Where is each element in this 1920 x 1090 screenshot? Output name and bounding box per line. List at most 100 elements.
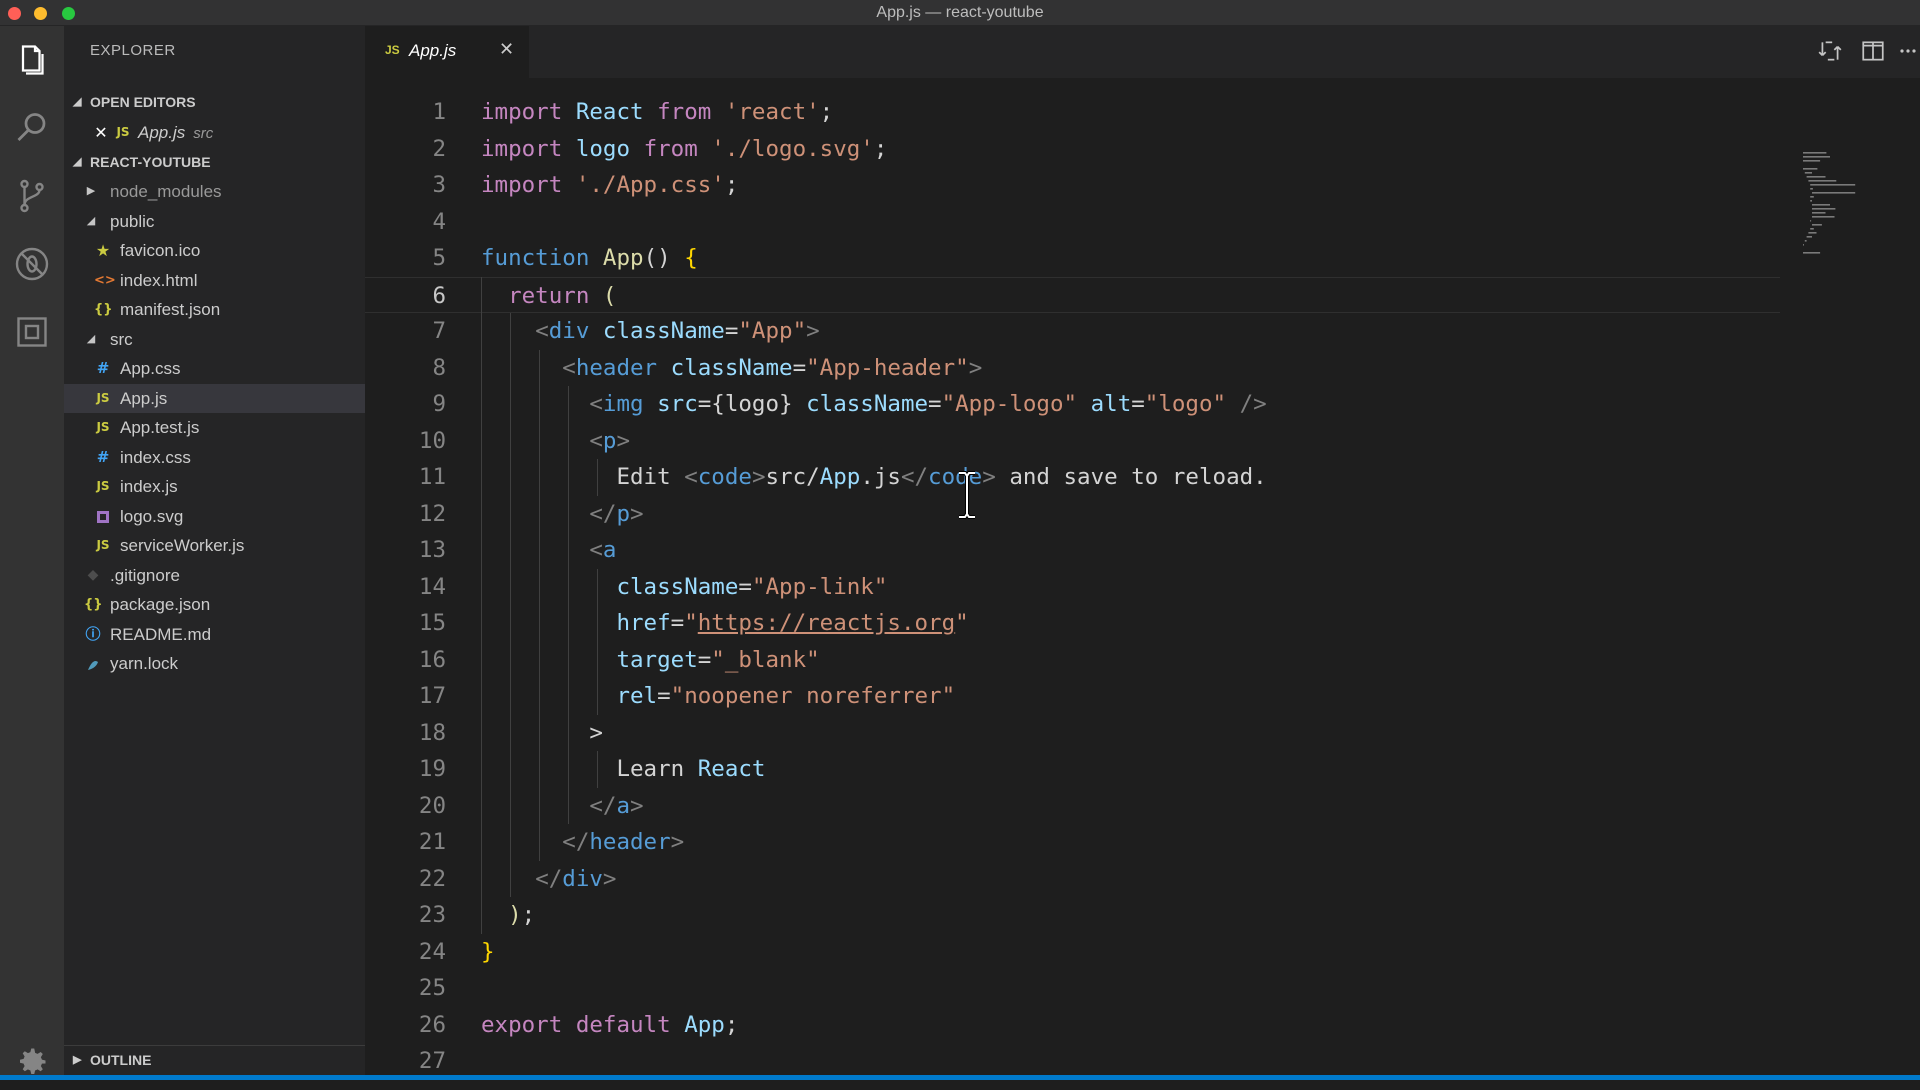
tree-item-app-test-js[interactable]: JS App.test.js bbox=[64, 413, 365, 442]
line-number: 10 bbox=[418, 427, 446, 454]
open-editor-item[interactable]: ✕ JS App.js src bbox=[64, 118, 365, 147]
minimap-line bbox=[1803, 160, 1821, 162]
code-line[interactable]: 16 target="_blank" bbox=[365, 642, 1780, 679]
code-text: import React from 'react'; bbox=[481, 99, 834, 125]
minimap-line bbox=[1808, 232, 1817, 234]
code-line[interactable]: 24} bbox=[365, 934, 1780, 971]
minimap-line bbox=[1803, 168, 1818, 170]
section-label: OUTLINE bbox=[90, 1052, 152, 1068]
close-icon[interactable]: ✕ bbox=[499, 39, 514, 60]
tree-item-gitignore[interactable]: ◆ .gitignore bbox=[64, 561, 365, 590]
outline-section[interactable]: ▶ OUTLINE bbox=[64, 1045, 365, 1075]
line-number: 15 bbox=[418, 610, 446, 636]
line-number: 13 bbox=[418, 537, 446, 563]
section-label: REACT-YOUTUBE bbox=[90, 154, 211, 170]
source-control-icon[interactable] bbox=[0, 168, 64, 224]
code-line[interactable]: 20 </a> bbox=[365, 788, 1780, 825]
code-line[interactable]: 11 Edit <code>src/App.js</code> and save… bbox=[365, 459, 1780, 496]
code-line[interactable]: 23 ); bbox=[365, 897, 1780, 934]
minimap-line bbox=[1810, 228, 1814, 230]
code-line[interactable]: 15 href="https://reactjs.org" bbox=[365, 605, 1780, 642]
tree-item-node-modules[interactable]: ▶ node_modules bbox=[64, 177, 365, 206]
gear-icon[interactable] bbox=[0, 1034, 64, 1090]
open-editors-section[interactable]: ◢ OPEN EDITORS bbox=[64, 88, 365, 116]
activity-bar bbox=[0, 26, 64, 1075]
code-line[interactable]: 17 rel="noopener noreferrer" bbox=[365, 678, 1780, 715]
code-text: <a bbox=[589, 537, 617, 563]
tree-item-serviceworker-js[interactable]: JS serviceWorker.js bbox=[64, 531, 365, 560]
tree-item-index-js[interactable]: JS index.js bbox=[64, 472, 365, 501]
code-text: export default App; bbox=[481, 1011, 739, 1038]
open-editor-label: App.js src bbox=[138, 118, 213, 148]
text-cursor-icon bbox=[959, 471, 975, 519]
extensions-icon[interactable] bbox=[0, 304, 64, 360]
code-line[interactable]: 2 import logo from './logo.svg'; bbox=[365, 131, 1780, 168]
tree-item-readme[interactable]: ⓘ README.md bbox=[64, 620, 365, 649]
indent-guide bbox=[539, 349, 541, 861]
tree-item-favicon[interactable]: ★ favicon.ico bbox=[64, 236, 365, 265]
html-file-icon: <> bbox=[94, 273, 116, 288]
css-file-icon: # bbox=[96, 359, 110, 377]
code-line[interactable]: 12 </p> bbox=[365, 496, 1780, 533]
indent-guide bbox=[481, 276, 482, 934]
tree-item-manifest-json[interactable]: {} manifest.json bbox=[64, 295, 365, 324]
search-icon[interactable] bbox=[0, 100, 64, 156]
line-number: 11 bbox=[418, 464, 446, 490]
line-number: 24 bbox=[418, 938, 446, 965]
svg-file-icon bbox=[94, 502, 112, 531]
code-line[interactable]: 5 function App() { bbox=[365, 240, 1780, 277]
code-line[interactable]: 13 <a bbox=[365, 532, 1780, 569]
close-icon[interactable]: ✕ bbox=[92, 118, 110, 147]
js-file-icon: JS bbox=[96, 391, 110, 405]
debug-icon[interactable] bbox=[0, 236, 64, 292]
code-line[interactable]: 4 bbox=[365, 204, 1780, 241]
split-editor-icon[interactable] bbox=[1860, 38, 1886, 64]
code-line[interactable]: 7 <div className="App"> bbox=[365, 313, 1780, 350]
code-line[interactable]: 9 <img src={logo} className="App-logo" a… bbox=[365, 386, 1780, 423]
minimap-line bbox=[1804, 240, 1807, 242]
tree-item-logo-svg[interactable]: logo.svg bbox=[64, 502, 365, 531]
code-line[interactable]: 8 <header className="App-header"> bbox=[365, 350, 1780, 387]
tab-app-js[interactable]: JS App.js ✕ bbox=[365, 26, 530, 78]
code-line[interactable]: 1 import React from 'react'; bbox=[365, 94, 1780, 131]
code-line[interactable]: 22 </div> bbox=[365, 861, 1780, 898]
chevron-down-icon: ◢ bbox=[86, 215, 96, 227]
code-editor[interactable]: 1 import React from 'react'; 2 import logo … bbox=[365, 78, 1920, 1075]
code-line[interactable]: 19 Learn React bbox=[365, 751, 1780, 788]
tree-item-index-css[interactable]: # index.css bbox=[64, 443, 365, 472]
compare-changes-icon[interactable] bbox=[1817, 38, 1843, 64]
tree-item-package-json[interactable]: {} package.json bbox=[64, 590, 365, 619]
explorer-icon[interactable] bbox=[0, 32, 64, 88]
more-actions-icon[interactable] bbox=[1899, 38, 1917, 64]
tree-item-yarn-lock[interactable]: yarn.lock bbox=[64, 649, 365, 678]
code-text: > bbox=[481, 719, 603, 746]
code-line[interactable]: 21 </header> bbox=[365, 824, 1780, 861]
code-line[interactable]: 26 export default App; bbox=[365, 1007, 1780, 1044]
code-text: <header className="App-header"> bbox=[562, 354, 983, 381]
minimap-line bbox=[1812, 192, 1856, 194]
minimap-line bbox=[1806, 176, 1826, 178]
tree-item-src[interactable]: ◢ src bbox=[64, 325, 365, 354]
code-line[interactable]: 18 > bbox=[365, 715, 1780, 752]
code-line[interactable]: 14 className="App-link" bbox=[365, 569, 1780, 606]
code-text: <img src={logo} className="App-logo" alt… bbox=[589, 391, 1267, 417]
tab-bar: JS App.js ✕ bbox=[365, 26, 1920, 78]
tree-item-index-html[interactable]: <> index.html bbox=[64, 266, 365, 295]
code-line[interactable]: 25 bbox=[365, 970, 1780, 1007]
project-section[interactable]: ◢ REACT-YOUTUBE bbox=[64, 148, 365, 176]
chevron-down-icon: ◢ bbox=[73, 156, 82, 168]
outline-header[interactable]: ▶ OUTLINE bbox=[64, 1046, 365, 1074]
minimap-line bbox=[1812, 212, 1826, 214]
code-line[interactable]: 10 <p> bbox=[365, 423, 1780, 460]
minimap[interactable] bbox=[1800, 130, 1900, 330]
tree-item-public[interactable]: ◢ public bbox=[64, 207, 365, 236]
code-text: </p> bbox=[589, 500, 644, 527]
section-label: OPEN EDITORS bbox=[90, 94, 196, 110]
tree-item-app-css[interactable]: # App.css bbox=[64, 354, 365, 383]
code-line[interactable]: 3 import './App.css'; bbox=[365, 167, 1780, 204]
code-text: </header> bbox=[562, 829, 685, 855]
code-text: </a> bbox=[589, 792, 644, 819]
tree-item-app-js[interactable]: JS App.js bbox=[64, 384, 365, 413]
code-line[interactable]: 6 return ( bbox=[365, 276, 1780, 313]
code-text: rel="noopener noreferrer" bbox=[616, 683, 956, 709]
